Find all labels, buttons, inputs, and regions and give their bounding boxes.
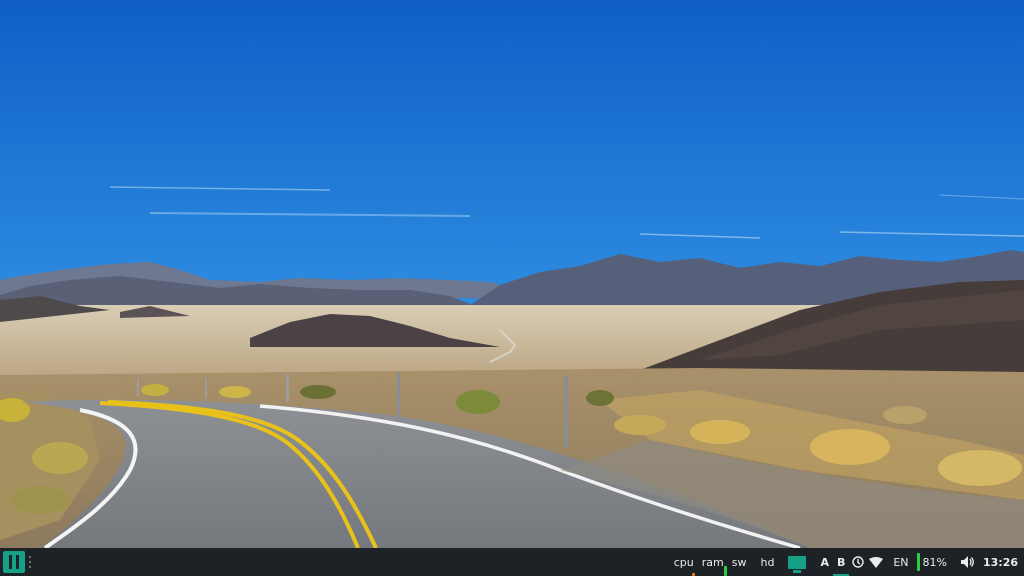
keyboard-indicator-b-label: B: [836, 555, 846, 569]
swap-monitor[interactable]: sw: [728, 548, 751, 576]
app-menu-icon-bar: [16, 555, 19, 569]
keyboard-indicator-a-label: A: [820, 555, 829, 569]
ram-monitor[interactable]: ram: [698, 548, 728, 576]
wifi-icon[interactable]: [867, 548, 885, 576]
ram-usage-bar: [723, 566, 727, 576]
system-tray: cpu ram sw hd A B EN 81% 13:26: [670, 548, 1024, 576]
desktop[interactable]: [0, 0, 1024, 548]
keyboard-indicator-a[interactable]: A: [816, 548, 833, 576]
battery-indicator[interactable]: 81%: [916, 548, 953, 576]
clock[interactable]: 13:26: [977, 556, 1024, 569]
panel-drag-handle[interactable]: [29, 556, 31, 568]
window-list-icon[interactable]: [788, 555, 807, 573]
desktop-wallpaper: [0, 0, 1024, 548]
battery-percent: 81%: [922, 555, 947, 569]
swap-label: sw: [731, 555, 747, 569]
keyboard-indicator-b[interactable]: B: [832, 548, 850, 576]
update-icon[interactable]: [849, 548, 867, 576]
keyboard-layout-indicator[interactable]: EN: [885, 556, 916, 569]
disk-monitor[interactable]: hd: [756, 548, 778, 576]
app-menu-icon: [9, 555, 12, 569]
taskbar: cpu ram sw hd A B EN 81% 13:26: [0, 548, 1024, 576]
disk-label: hd: [760, 555, 775, 569]
speaker-icon[interactable]: [959, 548, 977, 576]
cpu-monitor[interactable]: cpu: [670, 548, 698, 576]
cpu-label: cpu: [673, 555, 694, 569]
ram-label: ram: [701, 555, 724, 569]
battery-level-bar: [916, 553, 920, 571]
app-menu-button[interactable]: [3, 551, 25, 573]
